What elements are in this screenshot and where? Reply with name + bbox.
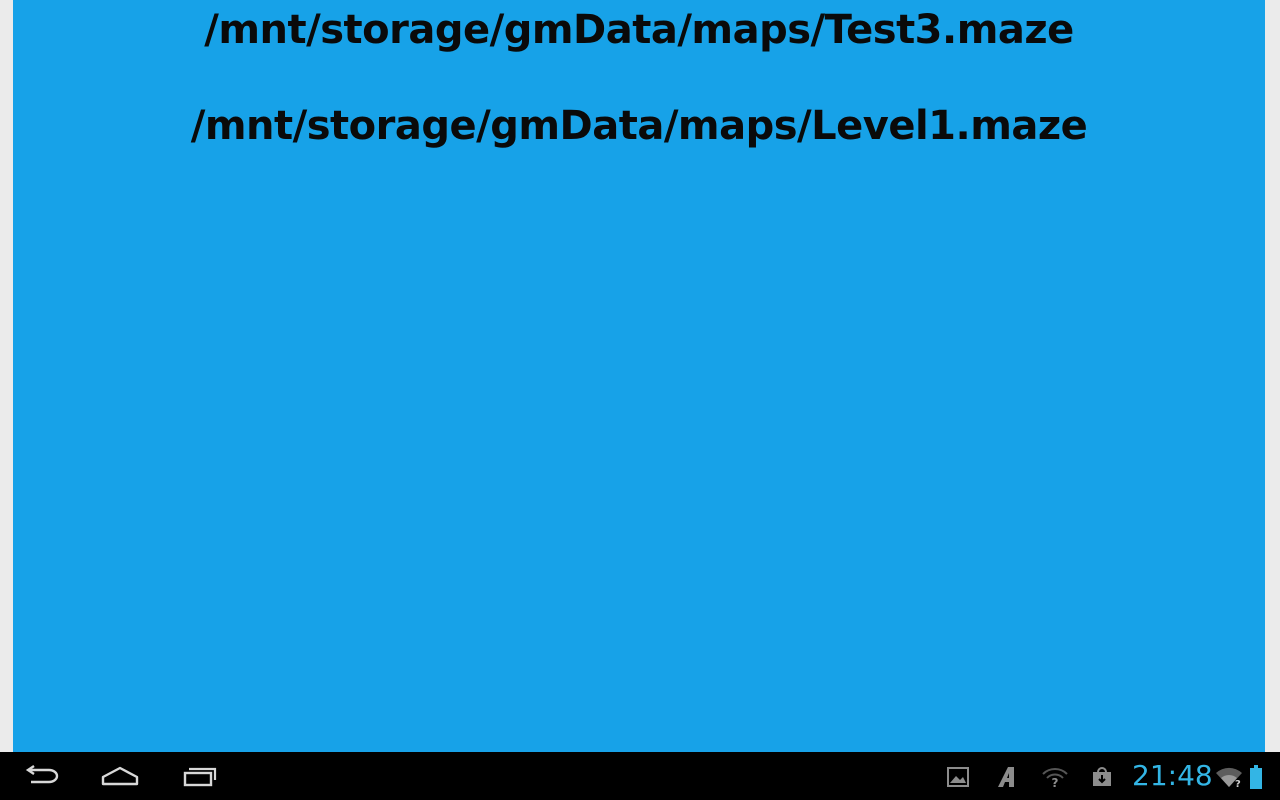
font-icon bbox=[998, 767, 1014, 787]
store-download-notification[interactable] bbox=[1088, 764, 1116, 790]
file-item-level1[interactable]: /mnt/storage/gmData/maps/Level1.maze bbox=[13, 98, 1265, 154]
wifi-icon: ? bbox=[1216, 767, 1242, 788]
recent-apps-icon bbox=[183, 767, 217, 787]
home-icon bbox=[101, 766, 139, 786]
back-button[interactable] bbox=[16, 760, 66, 792]
store-download-icon bbox=[1093, 767, 1111, 786]
battery-status[interactable] bbox=[1248, 764, 1264, 790]
wifi-status[interactable]: ? bbox=[1214, 764, 1244, 790]
battery-icon bbox=[1250, 765, 1262, 789]
gallery-icon bbox=[947, 767, 969, 787]
status-clock[interactable]: 21:48 bbox=[1132, 758, 1213, 794]
svg-text:?: ? bbox=[1235, 779, 1241, 788]
home-button[interactable] bbox=[94, 760, 146, 792]
keyboard-notification[interactable] bbox=[994, 764, 1022, 790]
system-navigation-bar: ? 21:48 ? bbox=[0, 752, 1280, 800]
back-icon bbox=[25, 765, 59, 784]
wifi-question-notification[interactable]: ? bbox=[1040, 764, 1070, 790]
wifi-question-icon: ? bbox=[1042, 768, 1068, 788]
maze-file-list: /mnt/storage/gmData/maps/Test3.maze /mnt… bbox=[13, 0, 1265, 752]
gallery-notification[interactable] bbox=[944, 764, 972, 790]
android-screen: /mnt/storage/gmData/maps/Test3.maze /mnt… bbox=[0, 0, 1280, 800]
recent-apps-button[interactable] bbox=[174, 760, 226, 792]
svg-text:?: ? bbox=[1052, 776, 1059, 788]
file-item-test3[interactable]: /mnt/storage/gmData/maps/Test3.maze bbox=[13, 2, 1265, 58]
